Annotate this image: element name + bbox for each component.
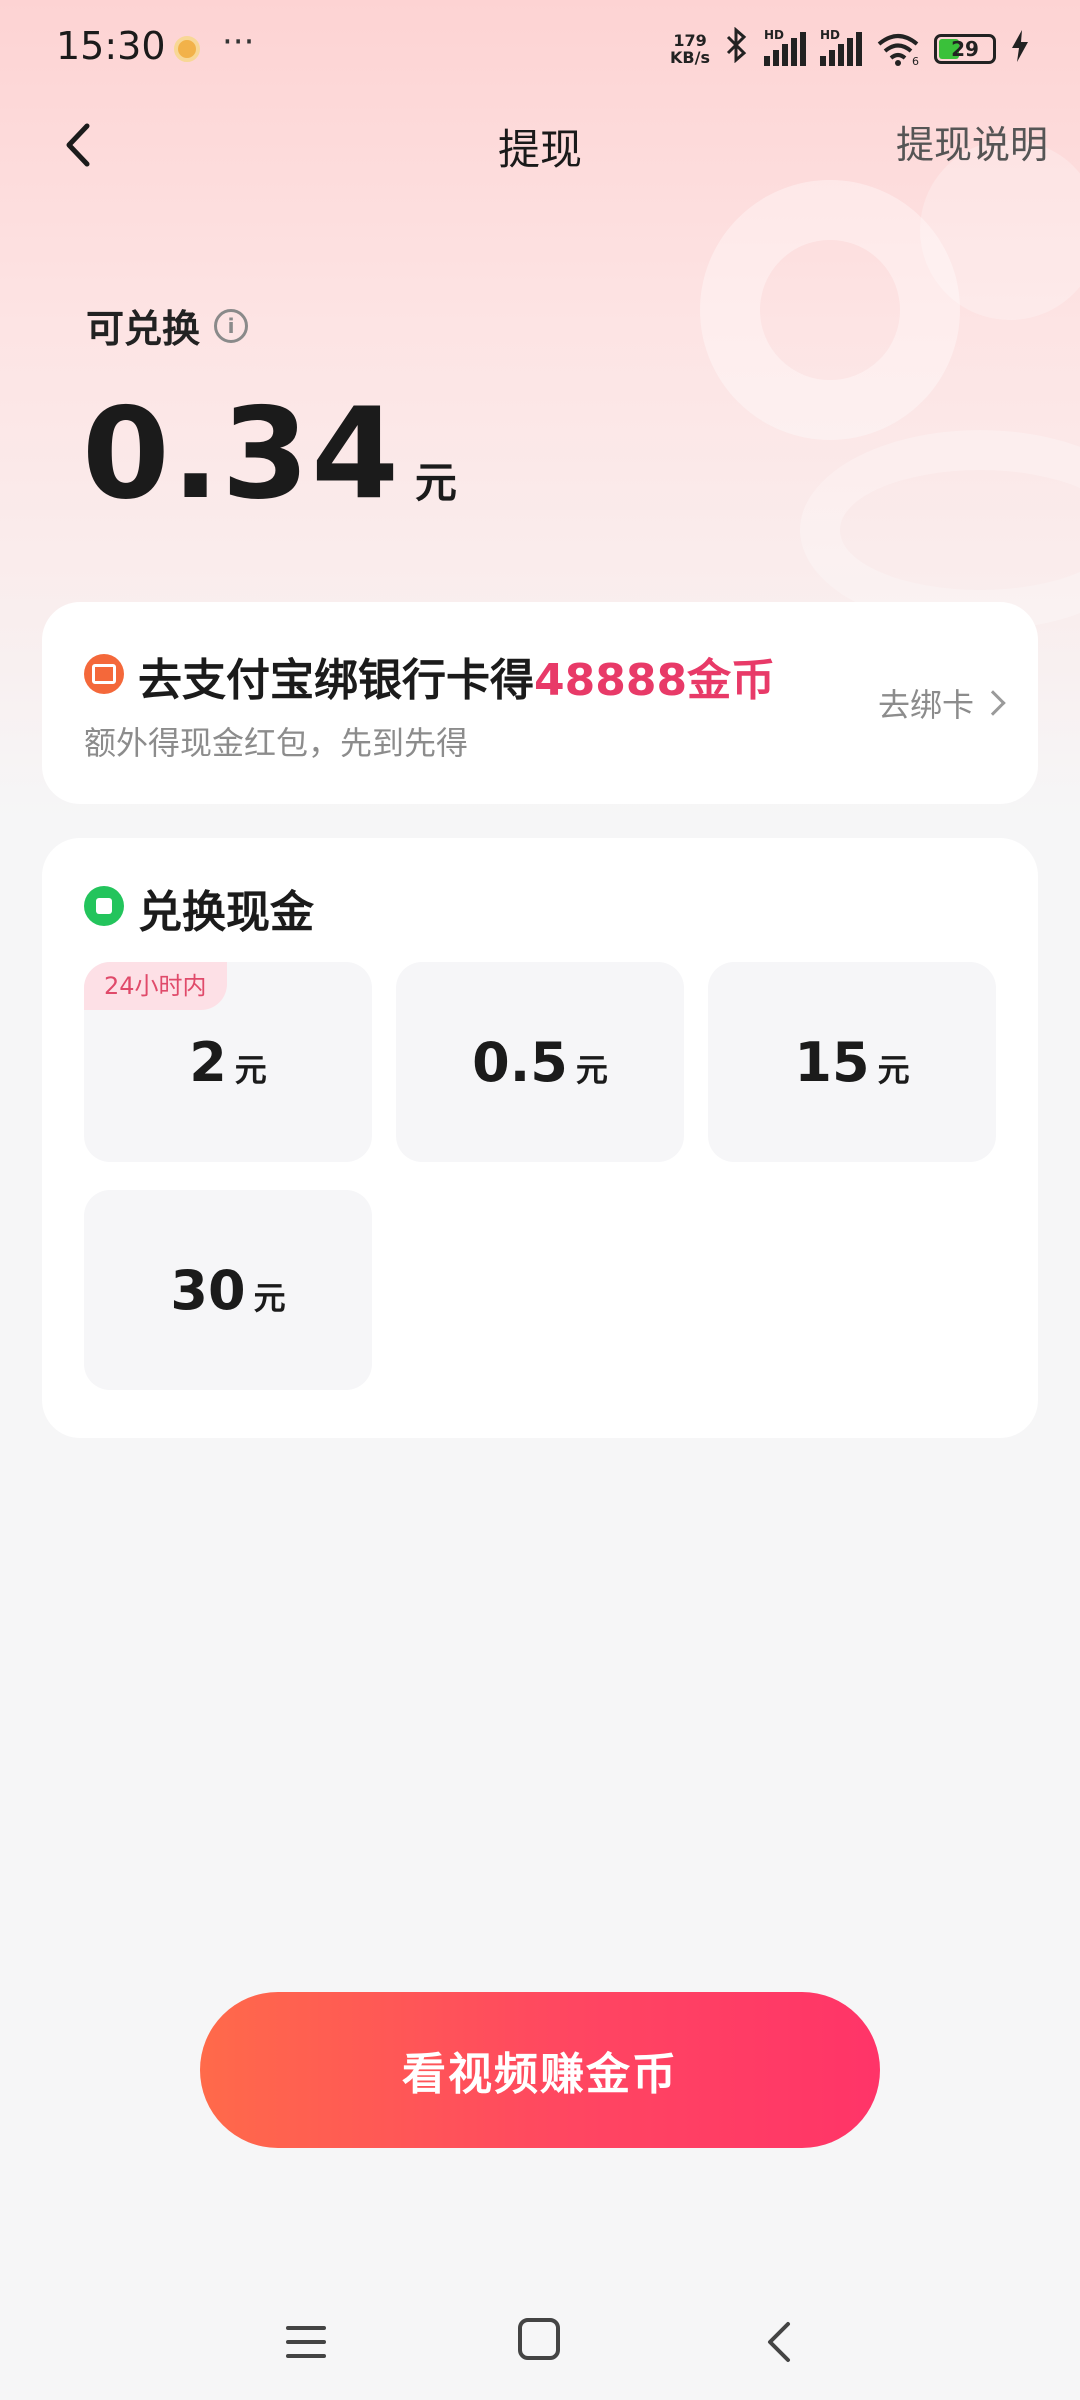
cash-icon (84, 886, 124, 926)
app-notification-icon (174, 36, 200, 62)
exchange-title: 兑换现金 (138, 887, 314, 938)
chevron-right-icon (980, 690, 1006, 716)
signal-icon: HD (764, 28, 806, 66)
signal-icon: HD (820, 28, 862, 66)
alipay-bind-card[interactable]: 去支付宝绑银行卡得48888金币 额外得现金红包，先到先得 去绑卡 (42, 602, 1038, 804)
wallet-icon (84, 654, 124, 694)
balance-label-row: 可兑换 i (86, 298, 249, 353)
coin-reward-highlight: 48888金币 (534, 655, 776, 706)
time-limit-badge: 24小时内 (84, 962, 227, 1010)
nav-bar: 提现 提现说明 (0, 96, 1080, 196)
option-unit: 元 (575, 1051, 608, 1089)
battery-icon: 29 (934, 34, 996, 64)
exchange-option-2[interactable]: 24小时内 2 元 (84, 962, 372, 1162)
exchange-option-15[interactable]: 15 元 (708, 962, 996, 1162)
exchange-option-30[interactable]: 30 元 (84, 1190, 372, 1390)
status-icons: 179 KB/s HD HD 6 29 (670, 26, 1030, 72)
option-amount: 0.5 (472, 1030, 568, 1094)
bluetooth-icon (724, 26, 750, 72)
option-amount: 15 (794, 1030, 870, 1094)
exchange-cash-card: 兑换现金 24小时内 2 元 0.5 元 15 元 30 元 (42, 838, 1038, 1438)
watch-video-earn-coins-button[interactable]: 看视频赚金币 (200, 1992, 880, 2148)
info-icon[interactable]: i (214, 308, 249, 343)
option-unit: 元 (877, 1051, 910, 1089)
network-speed: 179 KB/s (670, 31, 710, 67)
system-nav-bar (0, 2300, 1080, 2400)
exchange-option-0-5[interactable]: 0.5 元 (396, 962, 684, 1162)
menu-icon[interactable] (286, 2322, 326, 2362)
withdraw-help-link[interactable]: 提现说明 (896, 114, 1048, 169)
balance-label: 可兑换 (86, 307, 201, 351)
home-icon[interactable] (518, 2318, 560, 2360)
option-unit: 元 (253, 1279, 286, 1317)
wifi-icon: 6 (876, 32, 920, 68)
bind-card-button[interactable]: 去绑卡 (878, 680, 1006, 726)
option-amount: 30 (170, 1258, 246, 1322)
alipay-card-title: 去支付宝绑银行卡得48888金币 (138, 655, 776, 706)
decorative-ring (800, 430, 1080, 630)
more-notifications-icon: ··· (222, 22, 255, 62)
option-amount: 2 (189, 1030, 227, 1094)
svg-text:6: 6 (912, 55, 919, 66)
balance-amount: 0.34 (82, 380, 401, 527)
charging-icon (1010, 29, 1030, 69)
balance-row: 0.34 元 (82, 380, 457, 527)
status-bar: 15:30 ··· 179 KB/s HD HD 6 29 (0, 0, 1080, 96)
status-time: 15:30 (56, 24, 166, 68)
option-unit: 元 (234, 1051, 267, 1089)
back-icon[interactable] (760, 2320, 800, 2362)
balance-unit: 元 (414, 458, 457, 507)
alipay-card-subtitle: 额外得现金红包，先到先得 (84, 724, 469, 762)
